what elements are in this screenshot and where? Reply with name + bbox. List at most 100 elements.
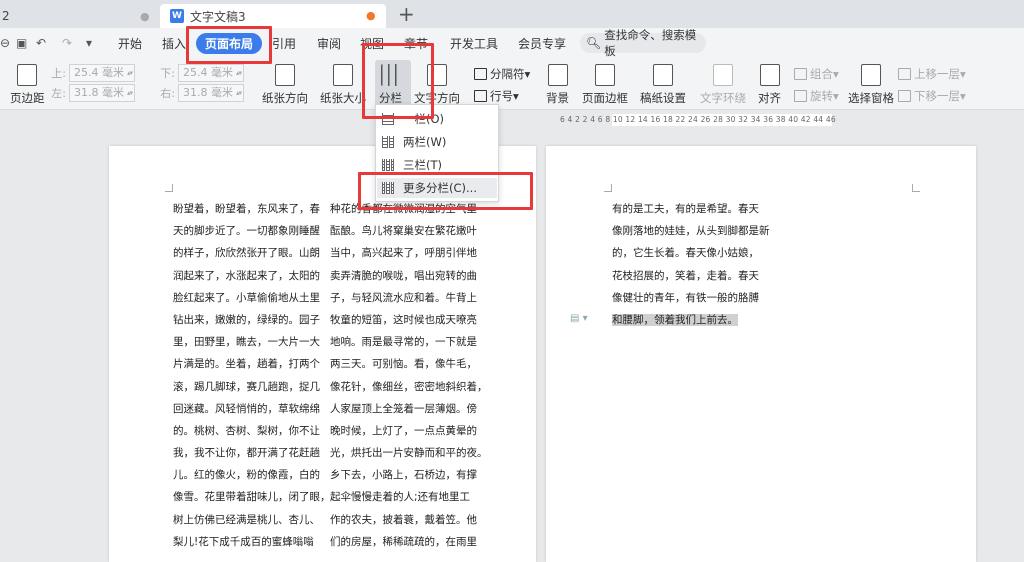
text-line: 有的是工夫，有的是希望。春天 bbox=[612, 203, 759, 215]
text-line: 光，烘托出一片安静而和平的夜。 bbox=[330, 447, 488, 460]
margins-button[interactable]: 页边距 bbox=[10, 64, 45, 106]
command-search-box[interactable]: 🔍︎ 查找命令、搜索模板 bbox=[580, 28, 706, 58]
text-line: 里，田野里，瞧去，一大片一大 bbox=[173, 336, 320, 349]
align-button[interactable]: 对齐 bbox=[758, 64, 781, 106]
text-line: 像健壮的青年，有铁一般的胳膊 bbox=[612, 291, 759, 304]
group-icon bbox=[794, 68, 807, 80]
ribbon-page-layout: 页边距 上: 25.4 毫米 左: 31.8 毫米 下: 25.4 毫米 右: … bbox=[0, 58, 1024, 110]
send-backward-button[interactable]: 下移一层 ▾ bbox=[898, 88, 966, 104]
text-column-3[interactable]: 有的是工夫，有的是希望。春天 像刚落地的娃娃，从头到脚都是新 的，它生长着。春天… bbox=[612, 198, 770, 331]
margin-right-label: 右: bbox=[160, 87, 175, 100]
margin-left-field[interactable]: 左: 31.8 毫米 bbox=[44, 84, 135, 102]
orientation-icon bbox=[275, 64, 295, 86]
selection-pane-button[interactable]: 选择窗格 bbox=[848, 64, 894, 106]
menu-insert[interactable]: 插入 bbox=[162, 35, 186, 52]
menu-review[interactable]: 审阅 bbox=[317, 35, 341, 52]
line-number-button[interactable]: 行号 ▾ bbox=[474, 88, 519, 104]
send-backward-icon bbox=[898, 90, 911, 102]
paragraph-options-icon[interactable]: ▤ ▾ bbox=[570, 313, 588, 324]
text-wrap-label: 文字环绕 bbox=[700, 91, 746, 105]
annotation-more-columns bbox=[358, 172, 533, 210]
search-text: 查找命令、搜索模板 bbox=[604, 28, 697, 58]
text-line: 两三天。可别恼。看，像牛毛， bbox=[330, 358, 477, 371]
margin-top-field[interactable]: 上: 25.4 毫米 bbox=[44, 64, 135, 82]
menu-member[interactable]: 会员专享 bbox=[518, 35, 566, 52]
annotation-columns bbox=[362, 43, 434, 119]
separator-icon bbox=[474, 68, 487, 80]
menu-item-two-columns[interactable]: 两栏(W) bbox=[382, 132, 446, 152]
tab-previous-document[interactable]: 2 ● bbox=[0, 4, 158, 28]
text-line: 的样子，欣欣然张开了眼。山朗 bbox=[173, 247, 320, 260]
text-line: 滚，踢几脚球，赛几趟跑，捉几 bbox=[173, 380, 320, 393]
group-button[interactable]: 组合 ▾ bbox=[794, 66, 839, 82]
margin-corner-mark bbox=[604, 184, 612, 192]
new-tab-icon[interactable]: + bbox=[398, 2, 415, 26]
text-line: 起伞慢慢走着的人;还有地里工 bbox=[330, 491, 471, 504]
margins-label: 页边距 bbox=[10, 91, 45, 105]
undo-icon[interactable]: ↶ bbox=[36, 36, 46, 50]
page-size-label: 纸张大小 bbox=[320, 91, 366, 105]
separator-button[interactable]: 分隔符 ▾ bbox=[474, 66, 530, 82]
menu-developer[interactable]: 开发工具 bbox=[450, 35, 498, 52]
customize-chevron-icon[interactable]: ▾ bbox=[86, 36, 92, 50]
text-line: 儿。红的像火，粉的像霞，白的 bbox=[173, 469, 320, 482]
unsaved-dot-icon: ● bbox=[366, 9, 376, 22]
three-columns-icon bbox=[382, 159, 394, 171]
page-size-button[interactable]: 纸张大小 bbox=[320, 64, 366, 106]
text-line: 晚时候，上灯了，一点点黄晕的 bbox=[330, 424, 477, 437]
margin-bottom-label: 下: bbox=[160, 67, 175, 80]
redo-icon[interactable]: ↷ bbox=[62, 36, 72, 50]
tab-status-dot: ● bbox=[140, 10, 150, 23]
page-border-icon bbox=[595, 64, 615, 86]
bring-forward-icon bbox=[898, 68, 911, 80]
text-line: 牧童的短笛，这时候也成天嘹亮 bbox=[330, 313, 477, 326]
margin-right-value[interactable]: 31.8 毫米 bbox=[178, 84, 244, 102]
background-button[interactable]: 背景 bbox=[546, 64, 569, 106]
margin-corner-mark bbox=[912, 184, 920, 192]
orientation-button[interactable]: 纸张方向 bbox=[262, 64, 308, 106]
orientation-label: 纸张方向 bbox=[262, 91, 308, 105]
print-icon[interactable]: ▣ bbox=[16, 36, 27, 50]
text-line: 酝酿。鸟儿将窠巢安在繁花嫩叶 bbox=[330, 225, 477, 238]
margin-right-field[interactable]: 右: 31.8 毫米 bbox=[153, 84, 244, 102]
text-wrap-button[interactable]: 文字环绕 bbox=[700, 64, 746, 106]
horizontal-ruler[interactable]: 6 4 2 2 4 6 8 10 12 14 16 18 22 24 26 28… bbox=[560, 114, 960, 126]
align-icon bbox=[759, 64, 780, 86]
margin-top-value[interactable]: 25.4 毫米 bbox=[69, 64, 135, 82]
text-line: 花枝招展的，笑着，走着。春天 bbox=[612, 269, 759, 282]
menu-item-label: 两栏(W) bbox=[403, 135, 447, 149]
text-column-1[interactable]: 盼望着，盼望着，东风来了，春 天的脚步近了。一切都象刚睡醒 的样子，欣欣然张开了… bbox=[173, 198, 331, 553]
text-line: 卖弄清脆的喉咙，唱出宛转的曲 bbox=[330, 269, 477, 282]
menu-references[interactable]: 引用 bbox=[272, 35, 296, 52]
paper-setting-button[interactable]: 稿纸设置 bbox=[640, 64, 686, 106]
margins-icon bbox=[17, 64, 38, 86]
menu-home[interactable]: 开始 bbox=[118, 35, 142, 52]
bring-forward-button[interactable]: 上移一层 ▾ bbox=[898, 66, 966, 82]
ruler-numbers: 6 4 2 2 4 6 8 10 12 14 16 18 22 24 26 28… bbox=[560, 115, 836, 124]
align-label: 对齐 bbox=[758, 91, 781, 105]
margin-bottom-field[interactable]: 下: 25.4 毫米 bbox=[153, 64, 244, 82]
tab-bar: 2 ● W 文字文稿3 ● + bbox=[0, 0, 1024, 28]
rotate-icon bbox=[794, 90, 807, 102]
margin-top-label: 上: bbox=[51, 67, 66, 80]
tab-label: 2 bbox=[2, 9, 10, 23]
send-backward-label: 下移一层 bbox=[914, 89, 960, 103]
text-wrap-icon bbox=[713, 64, 733, 86]
search-icon: 🔍︎ bbox=[586, 36, 602, 50]
tab-active-document[interactable]: W 文字文稿3 ● bbox=[160, 4, 386, 28]
text-column-2[interactable]: 种花的香都在微微润湿的空气里 酝酿。鸟儿将窠巢安在繁花嫩叶 当中，高兴起来了，呼… bbox=[330, 198, 488, 553]
margin-left-value[interactable]: 31.8 毫米 bbox=[69, 84, 135, 102]
text-line: 当中，高兴起来了，呼朋引伴地 bbox=[330, 247, 477, 260]
document-page-2[interactable]: 有的是工夫，有的是希望。春天 像刚落地的娃娃，从头到脚都是新 的，它生长着。春天… bbox=[546, 146, 976, 562]
text-line: 乡下去，小路上，石桥边，有撑 bbox=[330, 469, 477, 482]
bring-forward-label: 上移一层 bbox=[914, 67, 960, 81]
margin-bottom-value[interactable]: 25.4 毫米 bbox=[178, 64, 244, 82]
print-preview-icon[interactable]: ⊖ bbox=[0, 36, 10, 50]
rotate-button[interactable]: 旋转 ▾ bbox=[794, 88, 839, 104]
text-line: 像花针，像细丝，密密地斜织着， bbox=[330, 380, 488, 393]
text-line-selected: 和腰脚，领着我们上前去。 bbox=[612, 309, 770, 331]
page-border-button[interactable]: 页面边框 bbox=[582, 64, 628, 106]
background-icon bbox=[547, 64, 568, 86]
text-line: 们的房屋，稀稀疏疏的，在雨里 bbox=[330, 535, 477, 548]
text-line: 地响。雨是最寻常的，一下就是 bbox=[330, 336, 477, 349]
